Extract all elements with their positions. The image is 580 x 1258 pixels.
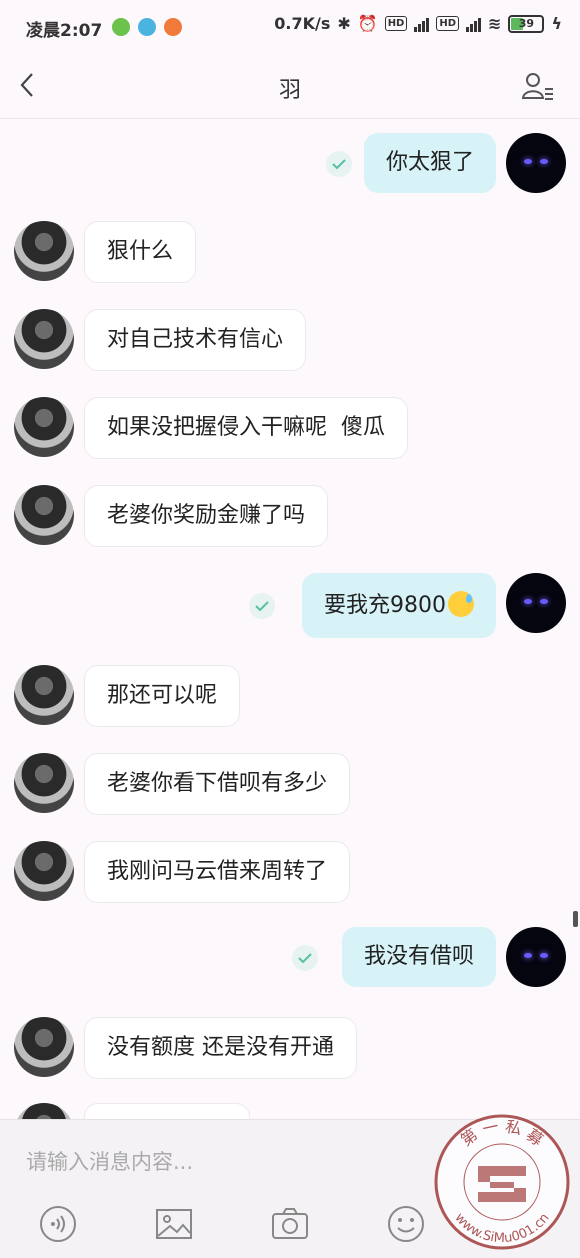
net-speed: 0.7K/s <box>274 14 331 33</box>
my-avatar[interactable] <box>506 573 566 633</box>
charging-icon: ϟ <box>551 14 562 33</box>
contact-avatar[interactable] <box>14 485 74 545</box>
message-row-incoming: 老婆你看下借呗有多少 <box>0 751 580 821</box>
message-bubble-partial[interactable] <box>84 1103 250 1119</box>
sweat-smile-emoji <box>448 591 474 617</box>
wifi-icon: ≋ <box>488 14 502 33</box>
message-bubble[interactable]: 我刚问马云借来周转了 <box>84 841 351 903</box>
read-check-icon <box>326 151 352 177</box>
message-row-incoming: 如果没把握侵入干嘛呢 傻瓜 <box>0 395 580 465</box>
contact-avatar[interactable] <box>14 753 74 813</box>
my-avatar[interactable] <box>506 927 566 987</box>
watermark-stamp: 第 一 私 募www.SiMu001.cn <box>434 1114 570 1250</box>
contact-avatar[interactable] <box>14 1103 74 1119</box>
message-row-outgoing: 要我充9800 <box>0 571 580 641</box>
message-row-outgoing: 我没有借呗 <box>0 925 580 995</box>
signal-icon <box>414 16 430 32</box>
signal-icon <box>466 16 482 32</box>
battery-icon: 39 <box>508 14 545 33</box>
emoji-icon[interactable] <box>386 1204 426 1244</box>
message-bubble[interactable]: 老婆你看下借呗有多少 <box>84 753 351 815</box>
chat-header: 羽 <box>0 56 580 119</box>
message-bubble[interactable]: 要我充9800 <box>302 573 496 638</box>
chat-title: 羽 <box>278 78 301 103</box>
message-bubble[interactable]: 对自己技术有信心 <box>84 309 307 371</box>
weibo-icon <box>164 18 182 36</box>
bluetooth-icon: ✱ <box>337 14 351 33</box>
wechat-icon <box>112 18 130 36</box>
clock: 凌晨2:07 <box>26 21 103 41</box>
message-bubble[interactable]: 我没有借呗 <box>341 927 496 987</box>
message-input[interactable]: 请输入消息内容... <box>26 1146 193 1176</box>
message-text: 要我充9800 <box>324 593 446 618</box>
message-bubble[interactable]: 老婆你奖励金赚了吗 <box>84 485 329 547</box>
voice-icon[interactable] <box>38 1204 78 1244</box>
contact-avatar[interactable] <box>14 1017 74 1077</box>
message-list[interactable]: 你太狠了 狠什么 对自己技术有信心 如果没把握侵入干嘛呢 傻瓜 老婆你奖励金赚了… <box>0 119 580 1119</box>
message-row-incoming: 老婆你奖励金赚了吗 <box>0 483 580 553</box>
status-bar: 凌晨2:07 0.7K/s ✱ ⏰ HD HD ≋ 39 ϟ <box>0 0 580 56</box>
contact-avatar[interactable] <box>14 841 74 901</box>
hd-badge: HD <box>436 16 460 31</box>
alarm-icon: ⏰ <box>357 14 378 33</box>
my-avatar[interactable] <box>506 133 566 193</box>
message-bubble[interactable]: 那还可以呢 <box>84 665 241 727</box>
contact-avatar[interactable] <box>14 309 74 369</box>
message-bubble[interactable]: 狠什么 <box>84 221 197 283</box>
system-indicators: 0.7K/s ✱ ⏰ HD HD ≋ 39 ϟ <box>274 14 562 33</box>
message-row-outgoing: 你太狠了 <box>0 131 580 201</box>
scrollbar[interactable] <box>573 911 578 927</box>
image-icon[interactable] <box>154 1204 194 1244</box>
camera-icon[interactable] <box>270 1204 310 1244</box>
profile-icon[interactable] <box>522 70 554 102</box>
message-row-incoming: 没有额度 还是没有开通 <box>0 1015 580 1085</box>
message-row-incoming: 那还可以呢 <box>0 663 580 733</box>
message-row-incoming: 对自己技术有信心 <box>0 307 580 377</box>
app-icon <box>138 18 156 36</box>
contact-avatar[interactable] <box>14 221 74 281</box>
notification-icons <box>112 18 182 36</box>
message-bubble[interactable]: 没有额度 还是没有开通 <box>84 1017 357 1079</box>
message-bubble[interactable]: 你太狠了 <box>363 133 496 193</box>
message-bubble[interactable]: 如果没把握侵入干嘛呢 傻瓜 <box>84 397 408 459</box>
read-check-icon <box>292 945 318 971</box>
message-row-incoming: 狠什么 <box>0 219 580 289</box>
contact-avatar[interactable] <box>14 397 74 457</box>
contact-avatar[interactable] <box>14 665 74 725</box>
hd-badge: HD <box>384 16 408 31</box>
message-row-incoming: 我刚问马云借来周转了 <box>0 839 580 909</box>
read-check-icon <box>249 593 275 619</box>
